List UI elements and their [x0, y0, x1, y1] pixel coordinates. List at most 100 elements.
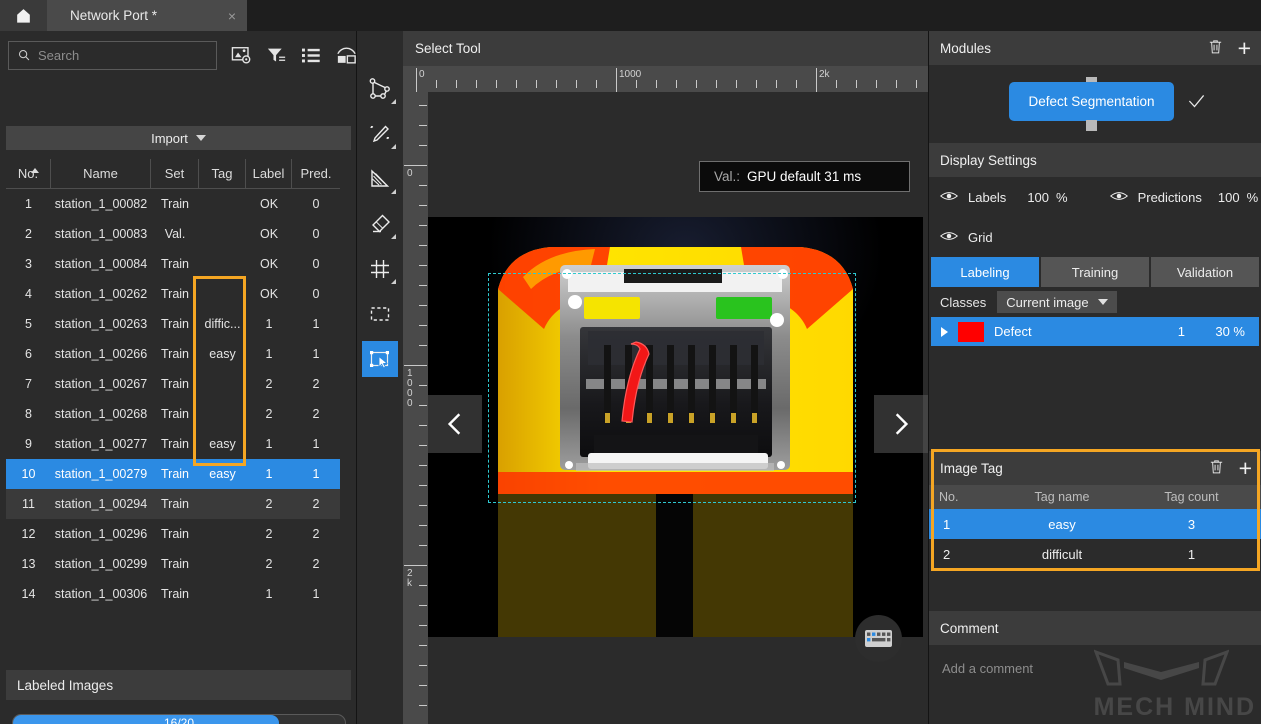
- class-row-defect[interactable]: Defect 1 30 %: [931, 317, 1259, 346]
- column-header-no[interactable]: No.: [6, 159, 51, 188]
- column-header-label[interactable]: Label: [246, 159, 292, 188]
- previous-image-button[interactable]: [428, 395, 482, 453]
- ruler-label: 0: [407, 169, 421, 179]
- import-button[interactable]: Import: [6, 126, 351, 150]
- table-row[interactable]: 1station_1_00082TrainOK0: [6, 189, 340, 219]
- table-row[interactable]: 6station_1_00266Traineasy11: [6, 339, 340, 369]
- inference-info-value: GPU default 31 ms: [747, 169, 861, 184]
- column-header-name[interactable]: Name: [51, 159, 151, 188]
- horizontal-ruler: 010002k: [403, 66, 928, 92]
- table-row[interactable]: 14station_1_00306Train11: [6, 579, 340, 604]
- ruler-tick: [419, 345, 427, 346]
- column-header-set[interactable]: Set: [151, 159, 199, 188]
- predictions-opacity-value[interactable]: 100: [1218, 190, 1240, 205]
- grid-visibility-toggle[interactable]: [940, 230, 958, 245]
- add-module-button[interactable]: +: [1238, 37, 1251, 60]
- cell-name: station_1_00083: [51, 227, 151, 241]
- cell-label: 1: [246, 587, 292, 601]
- annotation-bounding-box[interactable]: [488, 273, 856, 503]
- cell-label: OK: [246, 257, 292, 271]
- search-input[interactable]: [38, 48, 208, 63]
- image-settings-icon[interactable]: [231, 46, 252, 65]
- chevron-right-icon: [888, 407, 914, 441]
- comment-section: Comment Add a comment MECH MIND: [929, 611, 1261, 724]
- table-row[interactable]: 4station_1_00262TrainOK0: [6, 279, 340, 309]
- cell-set: Train: [151, 287, 199, 301]
- delete-tag-button[interactable]: [1208, 458, 1225, 478]
- cell-set: Val.: [151, 227, 199, 241]
- delete-module-button[interactable]: [1207, 38, 1224, 58]
- polygon-tool[interactable]: [362, 71, 398, 107]
- labels-visibility-toggle[interactable]: [940, 190, 958, 205]
- cell-pred: 1: [292, 467, 340, 481]
- cell-pred: 1: [292, 317, 340, 331]
- ruler-tick: [419, 705, 427, 706]
- predictions-visibility-toggle[interactable]: [1110, 190, 1128, 205]
- labeled-progress-bar: 16/20: [12, 714, 346, 724]
- ruler-tick: [419, 425, 427, 426]
- table-row[interactable]: 11station_1_00294Train22: [6, 489, 340, 519]
- image-tag-row[interactable]: 2difficult1: [929, 539, 1261, 569]
- cell-pred: 0: [292, 197, 340, 211]
- select-tool[interactable]: [362, 341, 398, 377]
- eraser-tool[interactable]: [362, 206, 398, 242]
- module-node-defect-segmentation[interactable]: Defect Segmentation: [1009, 82, 1174, 121]
- column-header-tag[interactable]: Tag: [199, 159, 246, 188]
- project-tab[interactable]: Network Port * ×: [47, 0, 247, 31]
- table-row[interactable]: 7station_1_00267Train22: [6, 369, 340, 399]
- module-graph[interactable]: Defect Segmentation: [929, 65, 1261, 143]
- labels-opacity-value[interactable]: 100: [1027, 190, 1049, 205]
- filter-icon[interactable]: [266, 46, 287, 65]
- ruler-tick: [419, 125, 427, 126]
- next-image-button[interactable]: [874, 395, 928, 453]
- compare-view-icon[interactable]: [336, 46, 357, 65]
- magic-brush-tool[interactable]: [362, 116, 398, 152]
- table-row[interactable]: 13station_1_00299Train22: [6, 549, 340, 579]
- tab-training[interactable]: Training: [1041, 257, 1149, 287]
- marquee-tool[interactable]: [362, 296, 398, 332]
- tag-column-count: Tag count: [1137, 490, 1261, 504]
- labeled-progress-text: 16/20: [13, 715, 345, 724]
- gradient-tool[interactable]: [362, 161, 398, 197]
- table-row[interactable]: 3station_1_00084TrainOK0: [6, 249, 340, 279]
- table-row[interactable]: 12station_1_00296Train22: [6, 519, 340, 549]
- image-list-scrollbar-track[interactable]: [340, 161, 349, 576]
- tag-column-name: Tag name: [987, 490, 1137, 504]
- import-label: Import: [151, 131, 188, 146]
- comment-input[interactable]: Add a comment: [929, 645, 1261, 676]
- table-row[interactable]: 8station_1_00268Train22: [6, 399, 340, 429]
- close-icon[interactable]: ×: [228, 9, 236, 23]
- table-row[interactable]: 5station_1_00263Traindiffic...11: [6, 309, 340, 339]
- table-row[interactable]: 2station_1_00083Val.OK0: [6, 219, 340, 249]
- viewport-title: Select Tool: [403, 41, 481, 56]
- table-row[interactable]: 9station_1_00277Traineasy11: [6, 429, 340, 459]
- expand-triangle-icon[interactable]: [941, 327, 948, 337]
- ruler-tick: [419, 465, 427, 466]
- column-header-pred[interactable]: Pred.: [292, 159, 340, 188]
- list-view-icon[interactable]: [301, 46, 322, 65]
- display-settings-title: Display Settings: [940, 153, 1037, 168]
- module-output-port[interactable]: [1086, 120, 1097, 131]
- classes-scope-dropdown[interactable]: Current image: [997, 291, 1116, 313]
- display-settings-header: Display Settings: [929, 143, 1261, 177]
- grid-tool[interactable]: [362, 251, 398, 287]
- keyboard-icon: [865, 630, 892, 647]
- image-tag-table-header: No. Tag name Tag count: [929, 485, 1261, 509]
- home-button[interactable]: [0, 0, 47, 31]
- cell-pred: 2: [292, 497, 340, 511]
- search-box[interactable]: [8, 41, 217, 70]
- image-tag-row[interactable]: 1easy3: [929, 509, 1261, 539]
- comment-title: Comment: [940, 621, 999, 636]
- module-status-check: [1187, 93, 1206, 114]
- shortcuts-button[interactable]: [855, 615, 902, 662]
- ruler-tick: [636, 80, 637, 88]
- add-tag-button[interactable]: +: [1239, 457, 1252, 480]
- table-row[interactable]: 10station_1_00279Traineasy11: [6, 459, 340, 489]
- ruler-tick: [476, 80, 477, 88]
- tab-labeling[interactable]: Labeling: [931, 257, 1039, 287]
- tab-validation[interactable]: Validation: [1151, 257, 1259, 287]
- cell-name: station_1_00294: [51, 497, 151, 511]
- class-color-swatch[interactable]: [958, 322, 984, 342]
- annotation-toolbar: [357, 66, 403, 724]
- trash-icon: [1208, 458, 1225, 475]
